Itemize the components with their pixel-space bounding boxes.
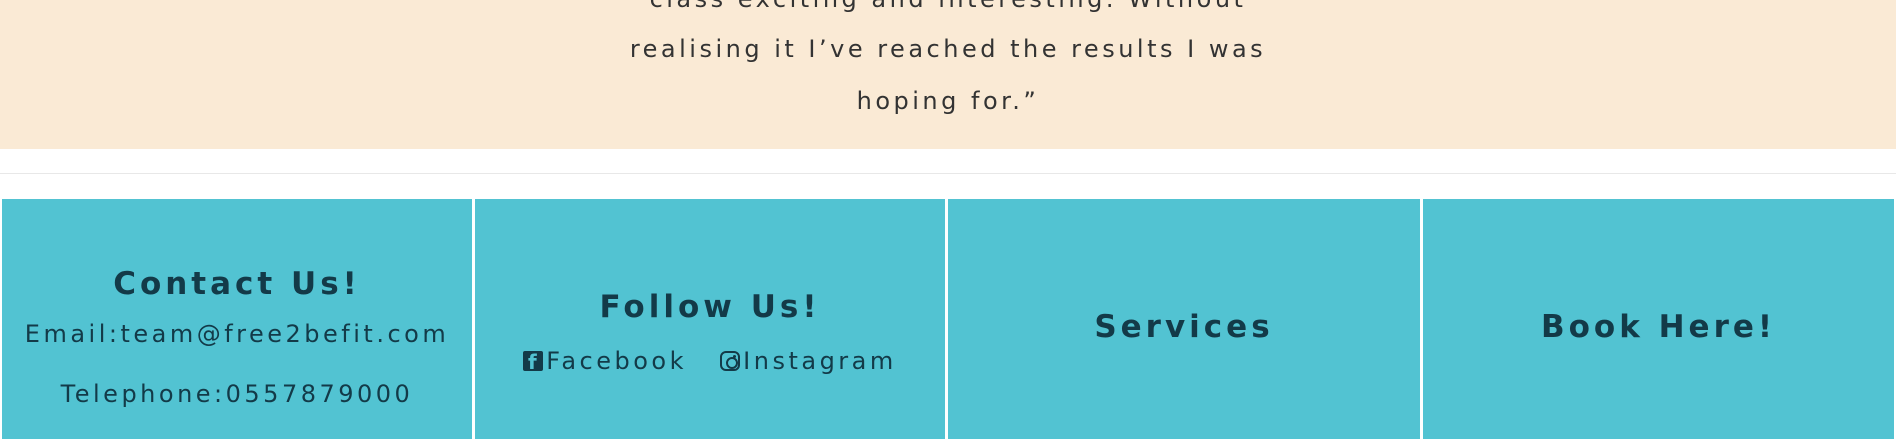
contact-heading: Contact Us! xyxy=(113,266,361,302)
services-link[interactable]: Services xyxy=(948,307,1420,347)
testimonial-quote-line: class exciting and interesting. Without xyxy=(0,0,1896,14)
follow-heading: Follow Us! xyxy=(599,289,821,325)
services-column: Services xyxy=(948,199,1420,439)
book-here-link[interactable]: Book Here! xyxy=(1423,307,1894,347)
follow-column: Follow Us! f Facebook Instagram xyxy=(475,199,945,439)
instagram-link[interactable]: Instagram xyxy=(720,346,897,376)
book-column: Book Here! xyxy=(1423,199,1894,439)
social-links: f Facebook Instagram xyxy=(475,346,945,378)
facebook-link[interactable]: f Facebook xyxy=(523,346,687,376)
facebook-label: Facebook xyxy=(546,347,688,375)
footer: Contact Us! Email:team@free2befit.com Te… xyxy=(0,199,1896,439)
contact-telephone-link[interactable]: Telephone:0557879000 xyxy=(2,379,472,409)
instagram-icon xyxy=(720,351,741,371)
instagram-label: Instagram xyxy=(743,347,897,375)
section-spacer xyxy=(0,149,1896,174)
contact-email-link[interactable]: Email:team@free2befit.com xyxy=(2,319,472,349)
contact-column: Contact Us! Email:team@free2befit.com Te… xyxy=(2,199,472,439)
testimonial-quote-line: realising it I’ve reached the results I … xyxy=(629,35,1267,63)
testimonial-quote-line: hoping for.” xyxy=(856,87,1040,115)
footer-top-strip xyxy=(0,174,1896,200)
testimonial-section: class exciting and interesting. Without … xyxy=(0,0,1896,149)
facebook-icon: f xyxy=(523,351,544,372)
